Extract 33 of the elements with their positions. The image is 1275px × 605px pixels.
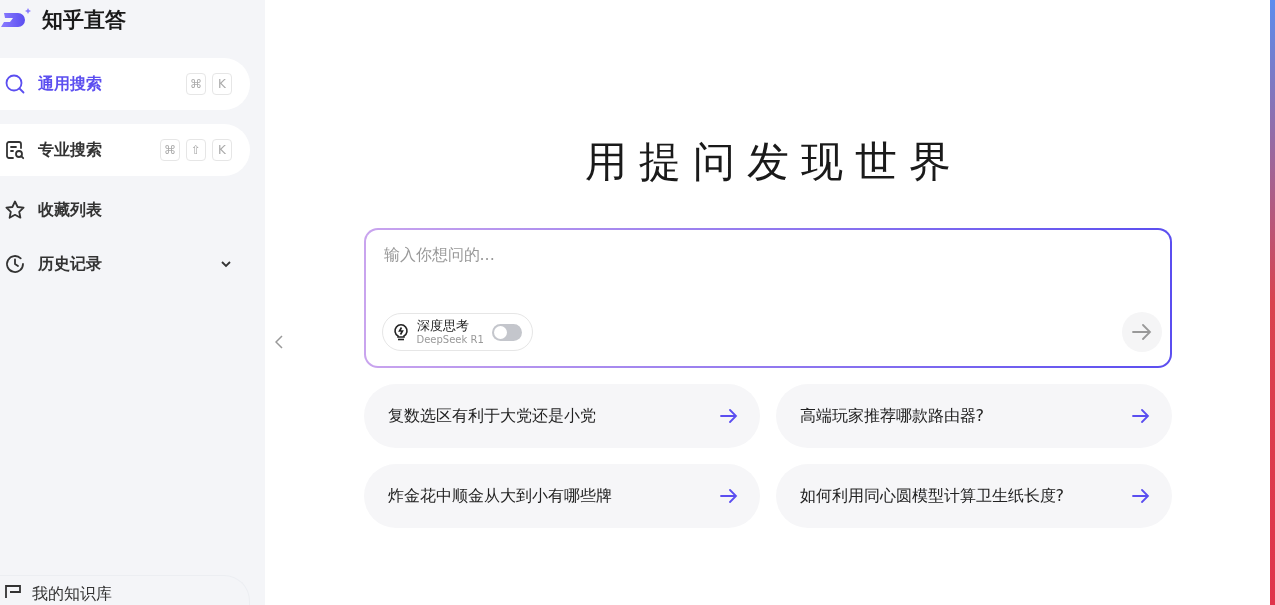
search-icon [4, 73, 26, 95]
arrow-icon [719, 409, 738, 423]
shortcut-key: ⌘ [186, 73, 206, 95]
suggestion-chip[interactable]: 高端玩家推荐哪款路由器? [775, 384, 1172, 448]
arrow-icon [719, 489, 738, 503]
shortcut-key: ⌘ [160, 139, 180, 161]
sidebar-item[interactable]: 通用搜索 ⌘ K [0, 58, 250, 110]
arrow-icon [1131, 489, 1150, 503]
send-button[interactable] [1121, 312, 1162, 352]
sidebar-item[interactable]: 历史记录 [0, 244, 250, 284]
suggestion-chip[interactable]: 炸金花中顺金从大到小有哪些牌 [363, 464, 760, 528]
suggestion-chip[interactable]: 如何利用同心圆模型计算卫生纸长度? [775, 464, 1172, 528]
shortcut-key: ⇧ [186, 139, 206, 161]
toggle-switch[interactable] [491, 323, 522, 341]
shortcut-key: K [212, 139, 232, 161]
page-title: 用提问发现世界 [583, 136, 963, 188]
brand-name: 知乎直答 [42, 7, 126, 34]
arrow-icon [1131, 409, 1150, 423]
star-icon [4, 199, 26, 221]
arrow-icon [1131, 324, 1152, 340]
book-icon [4, 584, 22, 598]
deep-think-label: 深度思考 [416, 319, 470, 334]
shortcut-key: K [212, 73, 232, 95]
sidebar-item[interactable]: 收藏列表 [0, 190, 250, 230]
knowledge-base-item[interactable]: 我的知识库 [0, 575, 250, 605]
model-name: DeepSeek R1 [416, 333, 484, 345]
chevron-icon[interactable] [220, 260, 232, 268]
suggestion-chip[interactable]: 复数选区有利于大党还是小党 [363, 384, 760, 448]
clock-icon [4, 253, 26, 275]
question-field[interactable]: 输入你想问的... 深度思考 DeepSeek R1 [363, 228, 1172, 368]
sidebar-item[interactable]: 专业搜索 ⌘ ⇧ K [0, 124, 250, 176]
document-search-icon [4, 139, 26, 161]
lightbulb-icon [392, 323, 409, 341]
